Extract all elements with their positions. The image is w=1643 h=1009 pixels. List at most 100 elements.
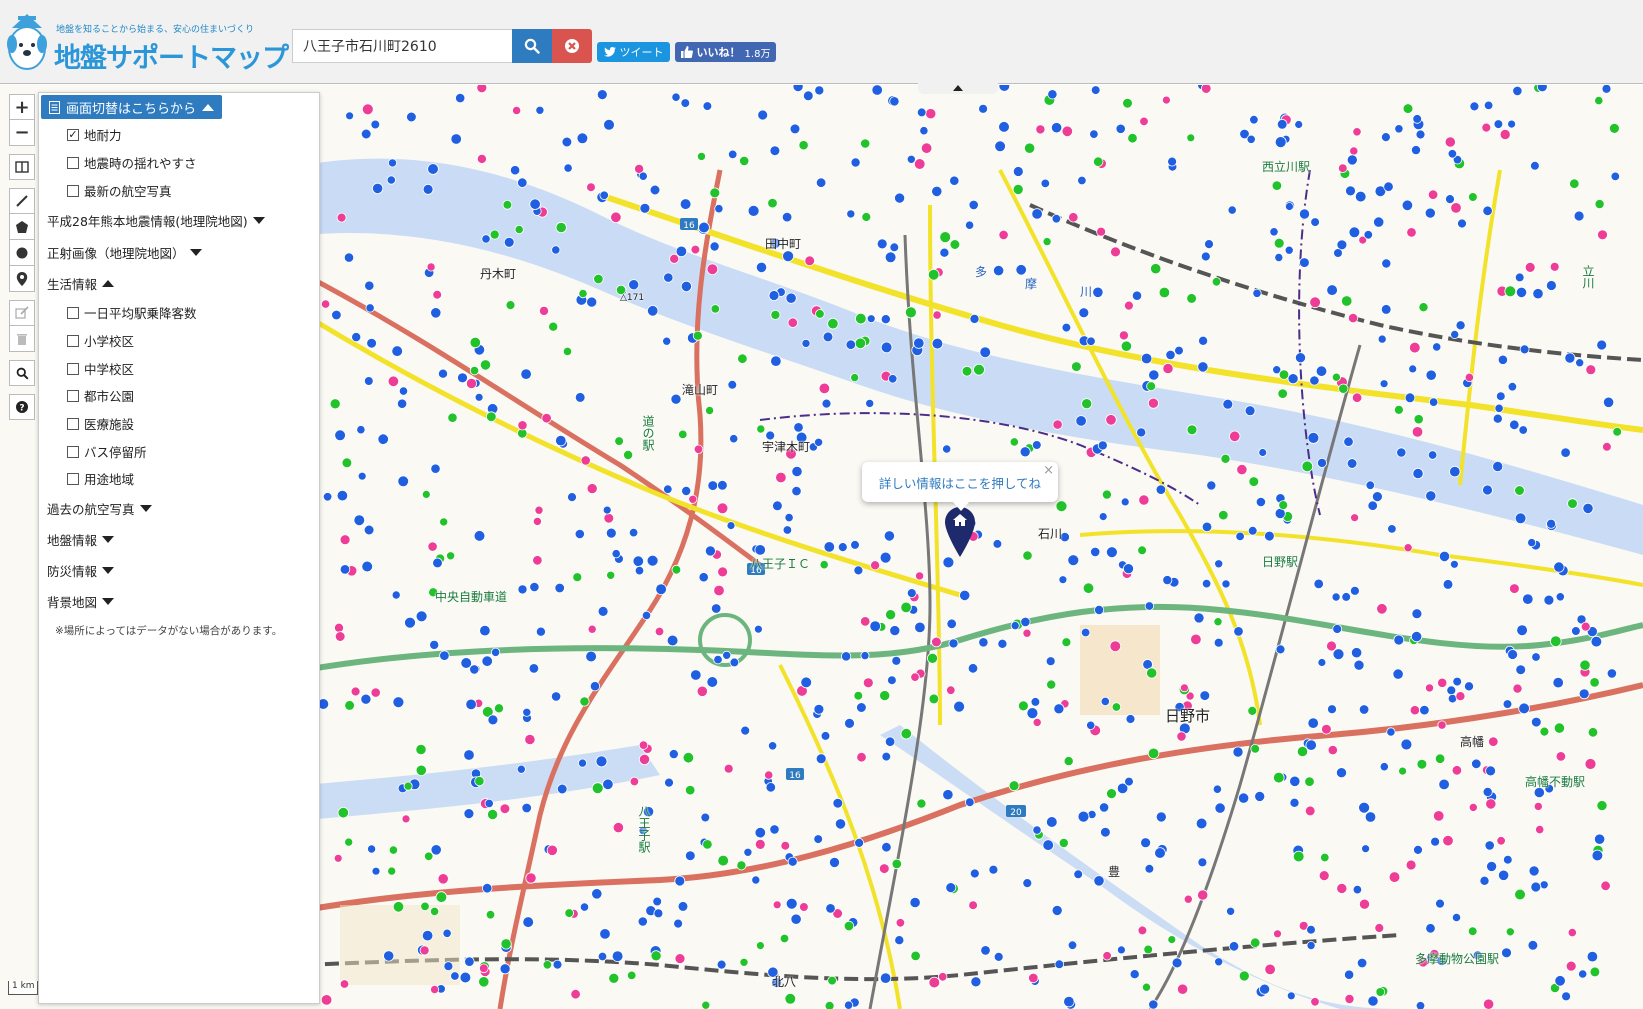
- survey-point[interactable]: [499, 803, 511, 814]
- survey-point[interactable]: [1509, 419, 1520, 431]
- survey-point[interactable]: [706, 676, 719, 688]
- survey-point[interactable]: [574, 528, 585, 540]
- survey-point[interactable]: [356, 425, 366, 435]
- survey-point[interactable]: [879, 690, 891, 702]
- survey-point[interactable]: [1331, 372, 1341, 382]
- survey-point[interactable]: [698, 572, 709, 583]
- survey-point[interactable]: [1022, 550, 1033, 561]
- survey-point[interactable]: [1294, 120, 1304, 129]
- survey-point[interactable]: [371, 182, 384, 195]
- survey-point[interactable]: [913, 337, 925, 349]
- survey-point[interactable]: [891, 858, 903, 870]
- survey-point[interactable]: [490, 647, 501, 657]
- survey-point[interactable]: [998, 85, 1011, 92]
- survey-point[interactable]: [1512, 683, 1523, 694]
- survey-point[interactable]: [1096, 226, 1106, 237]
- survey-point[interactable]: [421, 929, 434, 942]
- survey-point[interactable]: [505, 300, 516, 311]
- checkbox[interactable]: [67, 417, 79, 430]
- survey-point[interactable]: [1058, 575, 1068, 585]
- survey-point[interactable]: [876, 238, 888, 250]
- survey-point[interactable]: [717, 566, 728, 578]
- survey-point[interactable]: [854, 312, 867, 325]
- survey-point[interactable]: [1222, 398, 1234, 410]
- survey-point[interactable]: [578, 758, 588, 768]
- survey-point[interactable]: [1501, 947, 1512, 959]
- survey-point[interactable]: [392, 901, 405, 913]
- survey-point[interactable]: [740, 725, 751, 736]
- layer-latest-aerial[interactable]: 最新の航空写真: [67, 181, 172, 200]
- survey-point[interactable]: [1158, 286, 1171, 299]
- survey-point[interactable]: [339, 979, 350, 989]
- survey-point[interactable]: [652, 896, 662, 907]
- survey-point[interactable]: [799, 902, 809, 912]
- survey-point[interactable]: [578, 289, 588, 299]
- survey-point[interactable]: [1560, 447, 1571, 458]
- survey-point[interactable]: [580, 455, 591, 466]
- section-life[interactable]: 生活情報: [47, 274, 115, 293]
- survey-point[interactable]: [1024, 142, 1036, 154]
- logo[interactable]: 地盤を知ることから始まる、安心の住まいづくり 地盤サポートマップ: [4, 10, 289, 76]
- survey-point[interactable]: [1505, 927, 1515, 937]
- survey-point[interactable]: [1507, 119, 1516, 129]
- survey-point[interactable]: [628, 279, 640, 291]
- survey-point[interactable]: [1213, 617, 1223, 627]
- survey-point[interactable]: [920, 142, 933, 154]
- survey-point[interactable]: [1327, 744, 1338, 756]
- survey-point[interactable]: [367, 844, 377, 854]
- survey-point[interactable]: [1373, 216, 1385, 228]
- survey-point[interactable]: [556, 783, 568, 795]
- survey-point[interactable]: [427, 163, 439, 175]
- survey-point[interactable]: [1106, 546, 1118, 559]
- survey-point[interactable]: [860, 616, 871, 627]
- survey-point[interactable]: [946, 618, 957, 630]
- survey-point[interactable]: [344, 700, 355, 711]
- survey-point[interactable]: [1273, 237, 1285, 249]
- survey-point[interactable]: [860, 138, 871, 149]
- survey-point[interactable]: [478, 963, 489, 974]
- survey-point[interactable]: [611, 549, 621, 559]
- survey-point[interactable]: [673, 918, 683, 929]
- survey-point[interactable]: [555, 434, 567, 447]
- survey-point[interactable]: [1042, 839, 1054, 851]
- survey-point[interactable]: [1250, 743, 1260, 754]
- survey-point[interactable]: [337, 807, 350, 819]
- survey-point[interactable]: [1387, 524, 1397, 534]
- survey-point[interactable]: [1374, 923, 1385, 933]
- survey-point[interactable]: [365, 303, 375, 313]
- survey-point[interactable]: [1008, 780, 1020, 792]
- survey-point[interactable]: [1553, 722, 1566, 734]
- survey-point[interactable]: [593, 273, 604, 285]
- survey-point[interactable]: [623, 449, 634, 460]
- survey-point[interactable]: [854, 838, 864, 848]
- survey-point[interactable]: [534, 505, 544, 515]
- survey-point[interactable]: [866, 314, 876, 324]
- survey-point[interactable]: [1249, 115, 1259, 125]
- survey-point[interactable]: [469, 664, 480, 675]
- survey-point[interactable]: [532, 555, 543, 566]
- survey-point[interactable]: [655, 583, 667, 596]
- survey-point[interactable]: [865, 398, 875, 408]
- survey-point[interactable]: [1147, 397, 1159, 409]
- survey-point[interactable]: [717, 854, 729, 867]
- survey-point[interactable]: [1383, 181, 1394, 192]
- survey-point[interactable]: [1552, 676, 1564, 689]
- layer-earthquake-shaking[interactable]: 地震時の揺れやすさ: [67, 153, 197, 172]
- survey-point[interactable]: [696, 685, 708, 697]
- survey-point[interactable]: [1053, 703, 1065, 715]
- survey-point[interactable]: [1533, 801, 1543, 811]
- survey-point[interactable]: [1022, 878, 1033, 888]
- survey-point[interactable]: [888, 374, 898, 384]
- survey-point[interactable]: [800, 676, 812, 689]
- survey-point[interactable]: [1471, 758, 1482, 770]
- survey-point[interactable]: [430, 307, 442, 319]
- survey-point[interactable]: [514, 224, 524, 235]
- section-ground[interactable]: 地盤情報: [47, 530, 115, 549]
- survey-point[interactable]: [692, 330, 703, 341]
- survey-point[interactable]: [1306, 941, 1316, 951]
- survey-point[interactable]: [1063, 995, 1075, 1008]
- survey-point[interactable]: [1352, 884, 1363, 895]
- survey-point[interactable]: [747, 205, 760, 217]
- survey-point[interactable]: [392, 696, 405, 709]
- survey-point[interactable]: [1344, 969, 1355, 980]
